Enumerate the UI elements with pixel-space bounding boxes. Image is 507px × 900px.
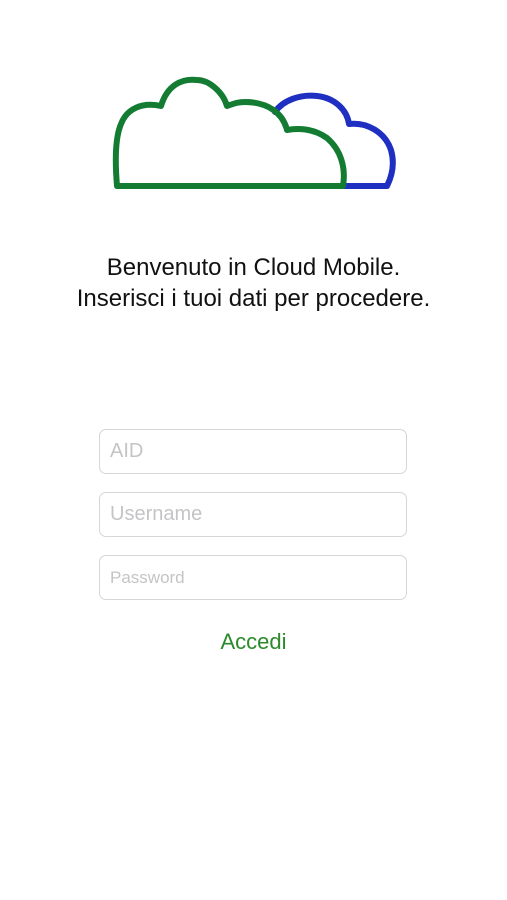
- cloud-logo-icon: [112, 76, 396, 189]
- welcome-line-1: Benvenuto in Cloud Mobile.: [106, 254, 401, 281]
- login-button-label: Accedi: [220, 629, 287, 654]
- username-input[interactable]: [99, 492, 407, 537]
- welcome-line-2: Inserisci i tuoi dati per procedere.: [76, 285, 431, 312]
- login-button[interactable]: Accedi: [0, 627, 507, 657]
- login-screen: Benvenuto in Cloud Mobile. Inserisci i t…: [0, 0, 507, 900]
- password-input[interactable]: [99, 555, 407, 600]
- aid-input[interactable]: [99, 429, 407, 474]
- welcome-message: Benvenuto in Cloud Mobile. Inserisci i t…: [0, 252, 507, 314]
